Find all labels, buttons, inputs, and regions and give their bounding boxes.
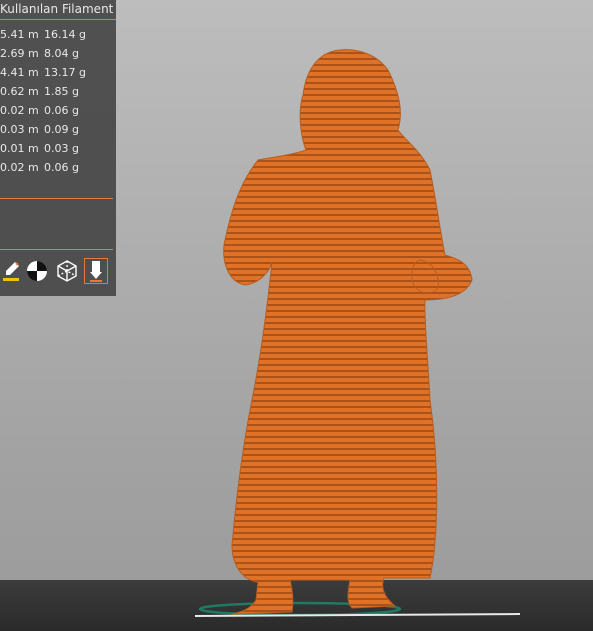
- filament-weight: 13.17 g: [44, 66, 86, 79]
- filament-row: 0.01 m 0.03 g: [0, 139, 116, 158]
- panel-divider: [0, 198, 113, 199]
- 3d-viewport[interactable]: Kullanılan Filament 5.41 m 16.14 g 2.69 m…: [0, 0, 593, 631]
- filament-row: 4.41 m 13.17 g: [0, 63, 116, 82]
- filament-length: 0.02 m: [0, 161, 39, 174]
- filament-length: 0.02 m: [0, 104, 39, 117]
- filament-weight: 0.09 g: [44, 123, 79, 136]
- filament-weight: 1.85 g: [44, 85, 79, 98]
- filament-row: 5.41 m 16.14 g: [0, 25, 116, 44]
- filament-length: 5.41 m: [0, 28, 39, 41]
- filament-row: 0.03 m 0.09 g: [0, 120, 116, 139]
- paint-brush-icon[interactable]: [0, 258, 26, 284]
- filament-weight: 16.14 g: [44, 28, 86, 41]
- figure-body: [223, 49, 473, 615]
- filament-weight: 8.04 g: [44, 47, 79, 60]
- panel-title: Kullanılan Filament: [0, 0, 116, 20]
- filament-weight: 0.06 g: [44, 161, 79, 174]
- filament-usage-panel: Kullanılan Filament 5.41 m 16.14 g 2.69 m…: [0, 0, 116, 296]
- filament-row: 0.02 m 0.06 g: [0, 101, 116, 120]
- filament-row: 0.02 m 0.06 g: [0, 158, 116, 177]
- filament-row: 0.62 m 1.85 g: [0, 82, 116, 101]
- filament-rows: 5.41 m 16.14 g 2.69 m 8.04 g 4.41 m 13.17 g…: [0, 25, 116, 177]
- filament-length: 4.41 m: [0, 66, 39, 79]
- filament-length: 0.62 m: [0, 85, 39, 98]
- filament-length: 0.01 m: [0, 142, 39, 155]
- wireframe-cube-icon[interactable]: [54, 258, 80, 284]
- filament-weight: 0.06 g: [44, 104, 79, 117]
- color-wheel-icon[interactable]: [24, 258, 50, 284]
- filament-length: 2.69 m: [0, 47, 39, 60]
- support-export-icon[interactable]: [84, 258, 108, 284]
- view-toolbar: [0, 258, 116, 286]
- filament-length: 0.03 m: [0, 123, 39, 136]
- panel-divider: [0, 249, 113, 250]
- filament-row: 2.69 m 8.04 g: [0, 44, 116, 63]
- filament-weight: 0.03 g: [44, 142, 79, 155]
